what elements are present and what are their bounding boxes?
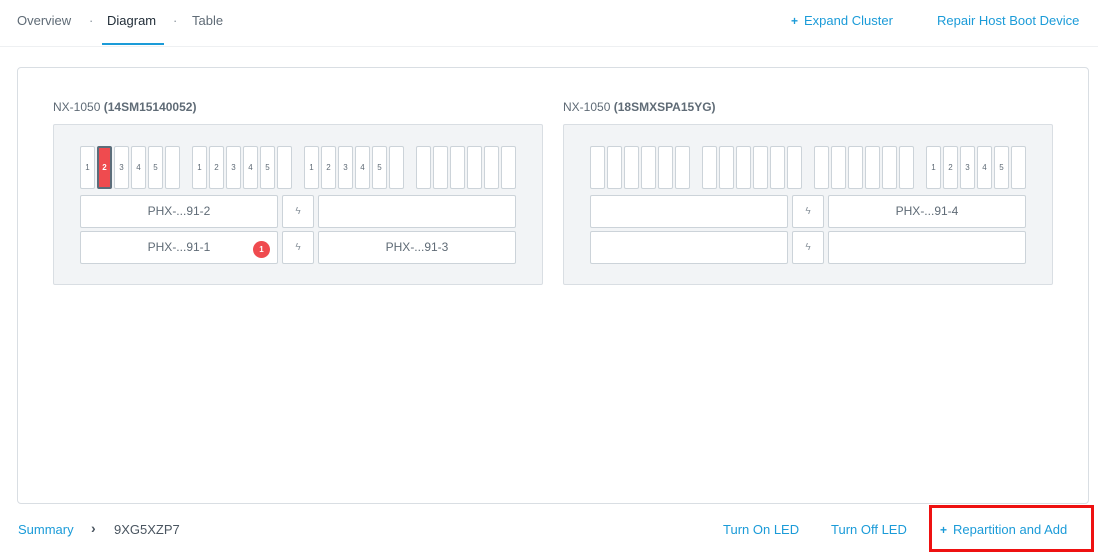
disk-slot[interactable] bbox=[814, 146, 829, 189]
disk-slot[interactable]: 1 bbox=[192, 146, 207, 189]
node-phx-91-3[interactable]: PHX-...91-3 bbox=[318, 231, 516, 264]
highlight-annotation-box bbox=[929, 505, 1094, 552]
disk-slot-alert[interactable]: 2 bbox=[97, 146, 112, 189]
disk-slot[interactable] bbox=[831, 146, 846, 189]
repair-host-boot-device-link[interactable]: Repair Host Boot Device bbox=[937, 13, 1079, 28]
alert-count-badge: 1 bbox=[253, 241, 270, 258]
block-title: NX-1050 (14SM15140052) bbox=[53, 100, 196, 114]
disk-slot[interactable]: 3 bbox=[226, 146, 241, 189]
node-label: PHX-...91-1 bbox=[147, 240, 211, 254]
disk-slot[interactable] bbox=[501, 146, 516, 189]
node-phx-91-2[interactable]: PHX-...91-2 bbox=[80, 195, 278, 228]
disk-slot[interactable] bbox=[658, 146, 673, 189]
node-empty-slot[interactable] bbox=[318, 195, 516, 228]
block-title: NX-1050 (18SMXSPA15YG) bbox=[563, 100, 716, 114]
disk-slot[interactable]: 3 bbox=[114, 146, 129, 189]
node-phx-91-4[interactable]: PHX-...91-4 bbox=[828, 195, 1026, 228]
disk-slot[interactable] bbox=[165, 146, 180, 189]
disk-slot[interactable] bbox=[736, 146, 751, 189]
disk-slot[interactable] bbox=[467, 146, 482, 189]
disk-slot[interactable] bbox=[590, 146, 605, 189]
disk-slot[interactable] bbox=[389, 146, 404, 189]
disk-slot[interactable] bbox=[882, 146, 897, 189]
diagram-panel: NX-1050 (14SM15140052) 1 2 3 4 5 1 2 3 4… bbox=[17, 67, 1089, 504]
tab-table[interactable]: Table bbox=[192, 13, 223, 28]
breadcrumb-summary-link[interactable]: Summary bbox=[18, 522, 74, 537]
node-phx-91-1[interactable]: PHX-...91-1 1 bbox=[80, 231, 278, 264]
tab-separator: · bbox=[173, 13, 178, 28]
active-tab-indicator bbox=[102, 43, 164, 45]
block-chassis: 1 2 3 4 5 1 2 3 4 5 1 2 3 4 5 PHX-...91-… bbox=[53, 124, 543, 285]
disk-slot[interactable] bbox=[1011, 146, 1026, 189]
disk-slot[interactable] bbox=[848, 146, 863, 189]
turn-on-led-link[interactable]: Turn On LED bbox=[723, 522, 799, 537]
disk-slot[interactable] bbox=[433, 146, 448, 189]
disk-slot[interactable] bbox=[702, 146, 717, 189]
disk-slot[interactable] bbox=[641, 146, 656, 189]
disk-slot[interactable] bbox=[416, 146, 431, 189]
disk-slot[interactable]: 4 bbox=[355, 146, 370, 189]
disk-slot[interactable]: 1 bbox=[304, 146, 319, 189]
disk-slot[interactable] bbox=[277, 146, 292, 189]
disk-slot[interactable]: 4 bbox=[243, 146, 258, 189]
disk-slot[interactable] bbox=[484, 146, 499, 189]
disk-slot[interactable]: 2 bbox=[321, 146, 336, 189]
disk-slot[interactable]: 5 bbox=[260, 146, 275, 189]
disk-slot[interactable]: 5 bbox=[372, 146, 387, 189]
disk-slot[interactable]: 4 bbox=[131, 146, 146, 189]
tab-overview[interactable]: Overview bbox=[17, 13, 71, 28]
disk-slot[interactable] bbox=[753, 146, 768, 189]
block-serial: (14SM15140052) bbox=[103, 100, 197, 114]
plus-icon: + bbox=[791, 14, 799, 28]
power-icon: ϟ bbox=[792, 231, 824, 264]
node-empty-slot[interactable] bbox=[590, 231, 788, 264]
disk-slot[interactable] bbox=[719, 146, 734, 189]
disk-slot[interactable] bbox=[770, 146, 785, 189]
disk-slot[interactable]: 3 bbox=[338, 146, 353, 189]
tab-diagram[interactable]: Diagram bbox=[107, 13, 156, 28]
disk-slot[interactable] bbox=[607, 146, 622, 189]
expand-cluster-link[interactable]: + Expand Cluster bbox=[791, 13, 893, 28]
turn-off-led-link[interactable]: Turn Off LED bbox=[831, 522, 907, 537]
disk-slot[interactable] bbox=[899, 146, 914, 189]
block-chassis: 1 2 3 4 5 ϟ PHX-...91-4 ϟ bbox=[563, 124, 1053, 285]
disk-slot[interactable]: 2 bbox=[209, 146, 224, 189]
disk-slot[interactable] bbox=[865, 146, 880, 189]
node-empty-slot[interactable] bbox=[828, 231, 1026, 264]
block-model: NX-1050 bbox=[53, 100, 101, 114]
power-icon: ϟ bbox=[282, 231, 314, 264]
disk-slot[interactable]: 1 bbox=[926, 146, 941, 189]
chevron-right-icon: › bbox=[91, 520, 96, 536]
disk-slot[interactable] bbox=[450, 146, 465, 189]
disk-slot[interactable]: 3 bbox=[960, 146, 975, 189]
disk-slot[interactable]: 5 bbox=[994, 146, 1009, 189]
block-model: NX-1050 bbox=[563, 100, 611, 114]
disk-slot[interactable] bbox=[675, 146, 690, 189]
expand-cluster-label: Expand Cluster bbox=[804, 13, 893, 28]
power-icon: ϟ bbox=[282, 195, 314, 228]
disk-slot[interactable]: 5 bbox=[148, 146, 163, 189]
top-navigation: Overview · Diagram · Table + Expand Clust… bbox=[0, 0, 1098, 47]
disk-slot[interactable] bbox=[624, 146, 639, 189]
breadcrumb-current: 9XG5XZP7 bbox=[114, 522, 180, 537]
disk-slot[interactable]: 1 bbox=[80, 146, 95, 189]
disk-slot[interactable]: 2 bbox=[943, 146, 958, 189]
power-icon: ϟ bbox=[792, 195, 824, 228]
block-serial: (18SMXSPA15YG) bbox=[613, 100, 716, 114]
disk-slot[interactable] bbox=[787, 146, 802, 189]
tab-separator: · bbox=[89, 13, 94, 28]
disk-slot[interactable]: 4 bbox=[977, 146, 992, 189]
node-empty-slot[interactable] bbox=[590, 195, 788, 228]
